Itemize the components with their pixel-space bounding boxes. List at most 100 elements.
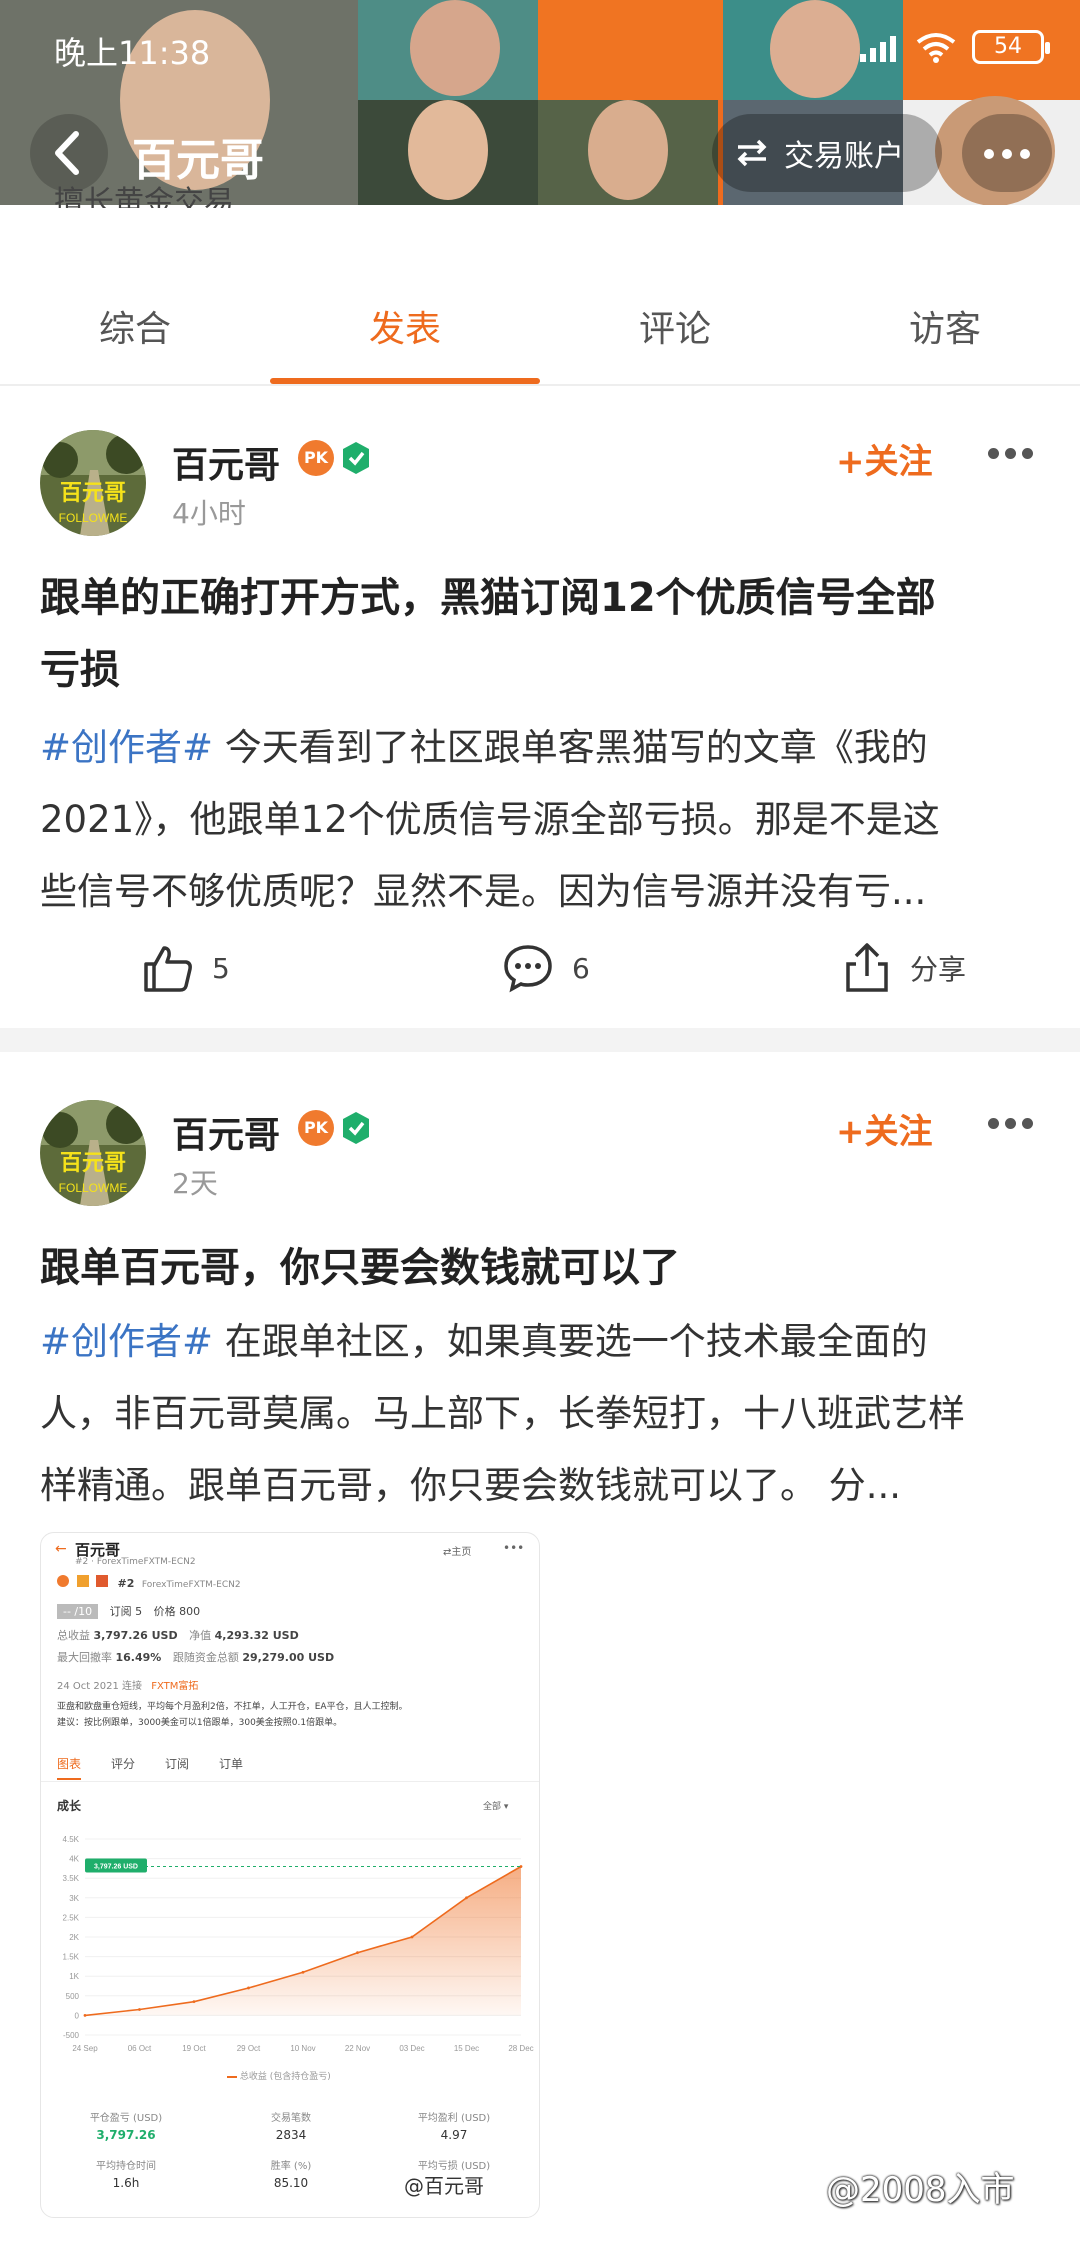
tab-visitors[interactable]: 访客 — [810, 300, 1080, 384]
post-more-button[interactable] — [988, 1118, 1034, 1130]
svg-text:FOLLOWME: FOLLOWME — [59, 1181, 128, 1195]
post-body-text: 在跟单社区，如果真要选一个技术最全面的 — [213, 1320, 928, 1363]
tab-comments[interactable]: 评论 — [540, 300, 810, 384]
mini-tab-subscribe: 订阅 — [165, 1757, 190, 1771]
like-button[interactable]: 5 — [142, 942, 230, 994]
swap-icon — [737, 139, 767, 167]
post-body[interactable]: #创作者# 今天看到了社区跟单客黑猫写的文章《我的 2021》，他跟单12个优质… — [40, 712, 1050, 928]
more-options-button[interactable] — [962, 114, 1052, 192]
more-dot — [1002, 149, 1012, 159]
svg-text:FOLLOWME: FOLLOWME — [59, 511, 128, 525]
x-tick-label: 19 Oct — [182, 2044, 206, 2053]
profile-header: 晚上11:38 54 百元哥 交易账户 — [0, 0, 1080, 205]
share-label: 分享 — [910, 953, 967, 986]
more-dot — [1020, 149, 1030, 159]
post-more-button[interactable] — [988, 448, 1034, 460]
status-time: 晚上11:38 — [54, 34, 211, 72]
follow-button[interactable]: +关注 — [836, 1104, 933, 1153]
post-image[interactable]: ← 百元哥 #2 · ForexTimeFXTM-ECN2 ⇄主页 ••• #2… — [40, 1532, 540, 2218]
trading-account-label: 交易账户 — [784, 139, 904, 174]
post-title[interactable]: 跟单的正确打开方式，黑猫订阅12个优质信号全部 亏损 — [40, 562, 1040, 706]
mini-desc-1: 亚盘和欧盘重仓短线，平均每个月盈利2倍，不扛单，人工开仓，EA平仓，且人工控制。 — [57, 1702, 408, 1712]
profile-bio: 擅长黄金交易 — [54, 185, 234, 208]
post-body-text: 2021》，他跟单12个优质信号源全部亏损。那是不是这 — [40, 798, 940, 841]
more-dot — [1022, 1118, 1033, 1129]
svg-text:百元哥: 百元哥 — [60, 480, 126, 505]
share-button[interactable]: 分享 — [842, 942, 966, 994]
tab-overview[interactable]: 综合 — [0, 300, 270, 384]
data-point — [519, 1865, 523, 1868]
post-title[interactable]: 跟单百元哥，你只要会数钱就可以了 — [40, 1232, 1040, 1304]
mini-tab-orders: 订单 — [219, 1757, 244, 1771]
status-bar: 晚上11:38 54 — [0, 0, 1080, 90]
mini-tab-chart: 图表 — [57, 1755, 82, 1780]
tab-posts[interactable]: 发表 — [270, 300, 540, 384]
post-time: 4小时 — [172, 497, 246, 530]
data-point — [465, 1896, 468, 1900]
verified-badge-icon — [343, 442, 369, 474]
post-title-line: 亏损 — [40, 647, 120, 693]
y-tick-label: 0 — [75, 2011, 80, 2020]
mini-more-icon: ••• — [503, 1541, 525, 1555]
chart-legend: 总收益 (包含持仓盈亏) — [227, 2069, 331, 2082]
y-tick-label: 500 — [66, 1992, 80, 2001]
mini-score-row: -- /10 订阅 5 价格 800 — [57, 1603, 200, 1619]
author-name[interactable]: 百元哥 — [172, 1106, 280, 1158]
stat-closed-pnl: 平仓盈亏 (USD) 3,797.26 — [89, 2113, 163, 2142]
avatar[interactable]: 百元哥 FOLLOWME — [40, 430, 146, 536]
y-tick-label: 1K — [69, 1972, 79, 1981]
y-tick-label: 2.5K — [63, 1913, 80, 1922]
comment-count: 6 — [572, 951, 590, 985]
y-tick-label: 4K — [69, 1855, 79, 1864]
hashtag-link[interactable]: #创作者# — [40, 1320, 213, 1363]
data-point — [356, 1951, 359, 1955]
avatar-image: 百元哥 FOLLOWME — [40, 1100, 146, 1206]
highlight-label: 3,797.26 USD — [94, 1864, 138, 1871]
more-dot — [988, 448, 999, 459]
stat-trades: 交易笔数 2834 — [271, 2113, 311, 2142]
stat-hold-time: 平均持仓时间 1.6h — [96, 2161, 156, 2190]
avatar[interactable]: 百元哥 FOLLOWME — [40, 1100, 146, 1206]
follow-button[interactable]: +关注 — [836, 434, 933, 483]
post-body-text: 些信号不够优质呢？显然不是。因为信号源并没有亏... — [40, 870, 927, 913]
data-point — [83, 2014, 87, 2017]
x-tick-label: 15 Dec — [454, 2044, 479, 2053]
pk-badge-icon: PK — [298, 1110, 334, 1146]
mini-tabs: 图表 评分 订阅 订单 — [57, 1755, 243, 1780]
mini-tab-rating: 评分 — [111, 1757, 136, 1771]
svg-text:百元哥: 百元哥 — [60, 1150, 126, 1175]
more-dot — [1005, 448, 1016, 459]
more-dot — [988, 1118, 999, 1129]
stat-avg-profit: 平均盈利 (USD) 4.97 — [417, 2113, 491, 2142]
thumbs-up-icon — [144, 946, 192, 992]
stat-win-rate: 胜率 (%) 85.10 — [270, 2161, 312, 2190]
mini-desc-2: 建议：按比例跟单，3000美金可以1倍跟单，300美金按照0.1倍跟单。 — [57, 1718, 343, 1728]
y-tick-label: 3K — [69, 1894, 79, 1903]
avatar-image: 百元哥 FOLLOWME — [40, 430, 146, 536]
data-point — [138, 2008, 141, 2011]
image-watermark: @百元哥 — [404, 2174, 484, 2198]
y-tick-label: -500 — [63, 2031, 80, 2040]
comment-button[interactable]: 6 — [502, 942, 590, 994]
comment-icon — [504, 945, 552, 993]
page-watermark: @2008入市 — [826, 2170, 1015, 2210]
mini-account: #2 · ForexTimeFXTM-ECN2 — [75, 1557, 196, 1567]
data-point — [410, 1935, 414, 1939]
legend-swatch — [227, 2075, 237, 2078]
share-icon — [846, 943, 888, 992]
post-title-line: 跟单的正确打开方式，黑猫订阅12个优质信号全部 — [40, 575, 936, 621]
more-dot — [1005, 1118, 1016, 1129]
post-body-text: 人，非百元哥莫属。马上部下，长拳短打，十八班武艺样 — [40, 1392, 965, 1435]
profile-tabs: 综合 发表 评论 访客 — [0, 300, 1080, 384]
growth-chart: 4.5K 4K 3.5K 3K 2.5K 2K 1.5K 1K 500 0 -500 24 Sep 06… — [63, 1835, 534, 2053]
series-area — [85, 1866, 521, 2016]
author-name[interactable]: 百元哥 — [172, 436, 280, 488]
battery-indicator: 54 — [972, 30, 1050, 64]
hashtag-link[interactable]: #创作者# — [40, 726, 213, 769]
post-body[interactable]: #创作者# 在跟单社区，如果真要选一个技术最全面的 人，非百元哥莫属。马上部下，… — [40, 1306, 1050, 1522]
mini-filter: 全部 ▾ — [483, 1802, 509, 1812]
post-actions: 5 6 分享 — [0, 942, 1080, 1002]
mini-badges: #2 ForexTimeFXTM-ECN2 — [57, 1575, 241, 1590]
trading-account-button[interactable]: 交易账户 — [712, 114, 942, 192]
x-tick-label: 10 Nov — [290, 2044, 315, 2053]
